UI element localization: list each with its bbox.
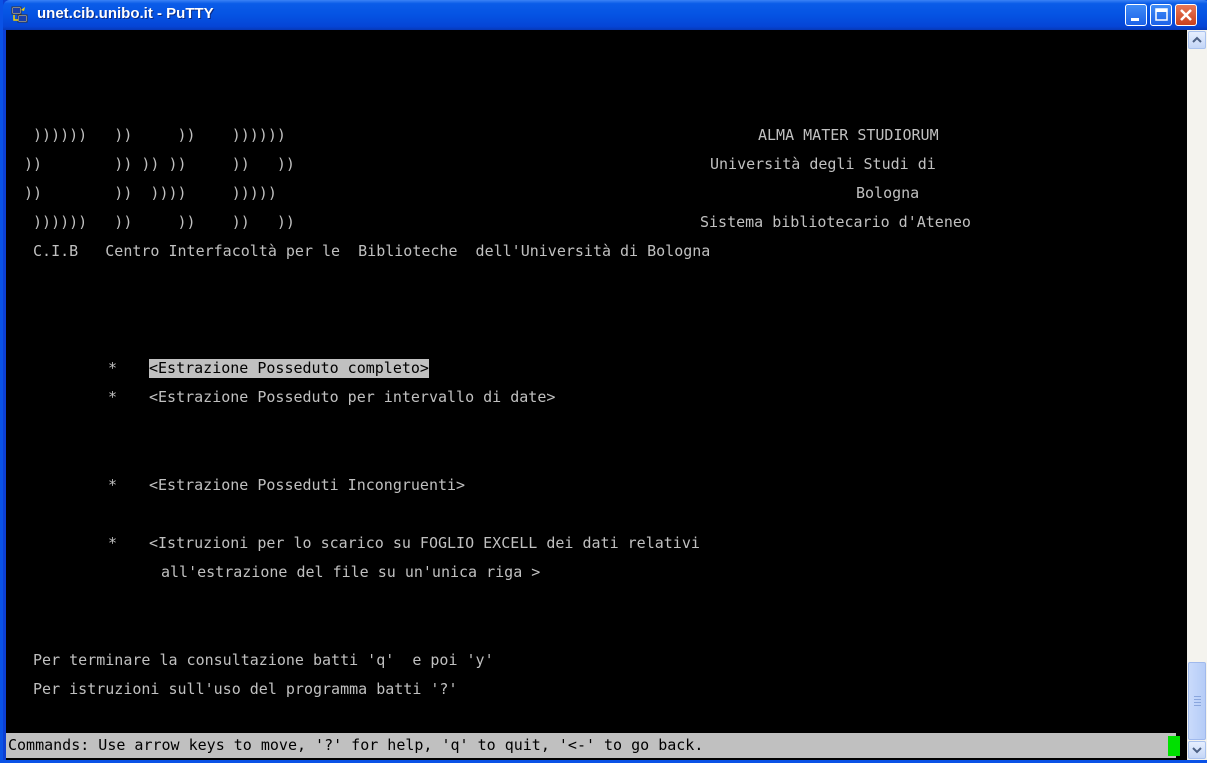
terminal-screen[interactable]: )))))) )) )) )))))) )) )) )) )) )) )) ))… [6,30,1187,760]
putty-window: unet.cib.unibo.it - PuTTY )))))) )) )) )… [0,0,1207,763]
grip-line [1194,705,1201,706]
logo-row: )))))) )) )) )))))) [24,126,286,144]
grip-line [1194,699,1201,700]
logo-row: )) )) )) )) )) )) [24,155,295,173]
scroll-up-button[interactable] [1188,31,1206,49]
help-hint: Per istruzioni sull'uso del programma ba… [24,680,458,698]
scroll-thumb[interactable] [1188,662,1206,740]
menu-bullet: * [108,476,118,494]
cib-line: C.I.B Centro Interfacoltà per le Bibliot… [24,242,711,260]
university-name: Università degli Studi di [710,155,936,173]
status-bar: Commands: Use arrow keys to move, '?' fo… [6,733,1176,758]
menu-bullet: * [108,359,118,377]
maximize-button[interactable] [1150,4,1172,26]
menu-bullet: * [108,534,118,552]
window-title: unet.cib.unibo.it - PuTTY [37,5,214,22]
close-button[interactable] [1175,4,1197,26]
putty-icon[interactable] [11,6,29,24]
logo-row: )))))) )) )) )) )) [24,213,295,231]
logo-row: )) )) )))) ))))) [24,184,277,202]
menu-item-intervallo-date[interactable]: <Estrazione Posseduto per intervallo di … [149,388,555,407]
menu-item-posseduto-completo[interactable]: <Estrazione Posseduto completo> [149,359,429,378]
city-name: Bologna [856,184,920,202]
vertical-scrollbar[interactable] [1187,30,1207,760]
quit-hint: Per terminare la consultazione batti 'q'… [24,651,494,669]
scroll-down-button[interactable] [1188,741,1206,759]
terminal-cursor [1168,736,1180,756]
minimize-button[interactable] [1125,4,1147,26]
grip-line [1194,702,1201,703]
chevron-up-icon [1192,36,1202,43]
grip-line [1194,696,1201,697]
menu-bullet: * [108,388,118,406]
chevron-down-icon [1192,747,1202,754]
menu-item-istruzioni-excel[interactable]: <Istruzioni per lo scarico su FOGLIO EXC… [149,534,700,553]
university-motto: ALMA MATER STUDIORUM [758,126,939,144]
library-system: Sistema bibliotecario d'Ateneo [700,213,971,231]
menu-item-istruzioni-excel-continuation[interactable]: all'estrazione del file su un'unica riga… [161,563,540,582]
menu-item-posseduti-incongruenti[interactable]: <Estrazione Posseduti Incongruenti> [149,476,465,495]
title-bar[interactable]: unet.cib.unibo.it - PuTTY [3,0,1207,30]
status-text: Commands: Use arrow keys to move, '?' fo… [8,736,704,754]
